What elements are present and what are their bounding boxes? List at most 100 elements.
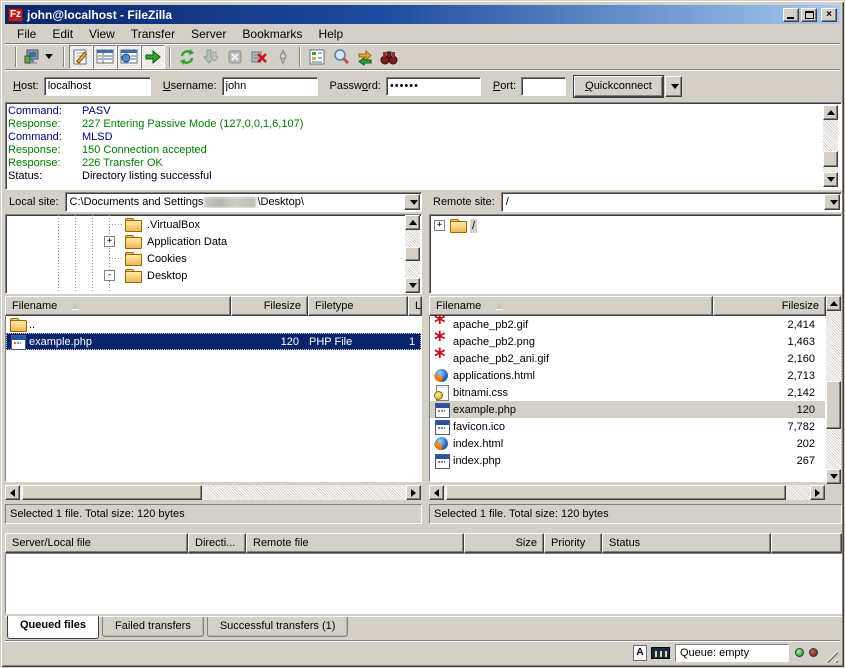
scroll-up-button[interactable] (823, 105, 838, 120)
tab-queued-files[interactable]: Queued files (7, 616, 99, 639)
menu-file[interactable]: File (9, 25, 44, 43)
column-header-filename[interactable]: Filename (5, 296, 231, 316)
scroll-right-button[interactable] (406, 485, 421, 500)
file-row[interactable]: favicon.ico7,782 (430, 418, 825, 435)
image-file-icon (434, 351, 450, 366)
file-row[interactable]: index.php267 (430, 452, 825, 469)
scroll-left-button[interactable] (5, 485, 20, 500)
username-input[interactable] (222, 77, 318, 96)
file-row-parent[interactable]: .. (6, 316, 421, 333)
toggle-message-log-button[interactable] (69, 45, 93, 69)
scroll-thumb[interactable] (826, 381, 841, 429)
scroll-thumb[interactable] (405, 247, 420, 261)
column-header-direction[interactable]: Directi... (188, 533, 246, 553)
menu-server[interactable]: Server (183, 25, 234, 43)
remote-list-header: Filename Filesize (429, 296, 842, 316)
arrow-left-icon (434, 489, 439, 497)
arrow-right-icon (815, 489, 820, 497)
local-site-combobox[interactable]: C:\Documents and Settings\Desktop\ (65, 192, 422, 212)
resize-grip[interactable] (825, 650, 838, 663)
toggle-local-tree-button[interactable] (93, 45, 117, 69)
scroll-down-button[interactable] (826, 469, 841, 484)
host-input[interactable] (44, 77, 151, 96)
remote-site-combobox[interactable]: / (501, 192, 842, 212)
minimize-button[interactable] (783, 8, 799, 22)
column-header-server-local-file[interactable]: Server/Local file (5, 533, 188, 553)
menu-transfer[interactable]: Transfer (123, 25, 183, 43)
toggle-transfer-queue-button[interactable] (141, 45, 165, 69)
directory-listing-filters-button[interactable] (305, 45, 329, 69)
menu-bookmarks[interactable]: Bookmarks (234, 25, 310, 43)
column-header-size[interactable]: Size (464, 533, 544, 553)
tree-connector (109, 258, 123, 259)
refresh-button[interactable] (175, 45, 199, 69)
port-label: Port: (493, 80, 516, 92)
tree-item-cookies[interactable]: Cookies (6, 250, 421, 267)
remote-site-dropdown[interactable] (824, 194, 840, 210)
file-row[interactable]: apache_pb2_ani.gif2,160 (430, 350, 825, 367)
maximize-button[interactable] (801, 8, 817, 22)
file-row[interactable]: apache_pb2.gif2,414 (430, 316, 825, 333)
file-row[interactable]: index.html202 (430, 435, 825, 452)
expand-icon[interactable]: + (104, 236, 115, 247)
scroll-down-button[interactable] (405, 278, 420, 293)
quickconnect-dropdown[interactable] (665, 76, 682, 97)
scroll-right-button[interactable] (810, 485, 825, 500)
scroll-thumb[interactable] (446, 485, 786, 500)
column-header-priority[interactable]: Priority (544, 533, 602, 553)
column-header-empty (771, 533, 842, 553)
menu-help[interactable]: Help (310, 25, 351, 43)
scroll-up-button[interactable] (405, 215, 420, 230)
open-site-manager-button[interactable] (21, 45, 59, 69)
toggle-remote-tree-button[interactable] (117, 45, 141, 69)
menu-edit[interactable]: Edit (44, 25, 81, 43)
disconnect-button[interactable] (247, 45, 271, 69)
scroll-thumb[interactable] (823, 151, 838, 167)
local-site-dropdown[interactable] (404, 194, 420, 210)
tree-item-virtualbox[interactable]: .VirtualBox (6, 216, 421, 233)
column-header-filename[interactable]: Filename (429, 296, 713, 316)
local-tree-pane: .VirtualBox + Application Data Cookies -… (5, 214, 422, 294)
password-input[interactable] (386, 77, 481, 96)
column-header-filetype[interactable]: Filetype (308, 296, 408, 316)
cancel-operation-button[interactable] (223, 45, 247, 69)
maximize-icon (805, 11, 814, 19)
ico-file-icon (434, 419, 450, 434)
column-header-lastmodified[interactable]: L (408, 296, 422, 316)
tab-failed-transfers[interactable]: Failed transfers (102, 617, 204, 637)
close-button[interactable]: × (821, 8, 837, 22)
site-manager-dropdown-icon[interactable] (45, 54, 53, 59)
file-row-example-php[interactable]: example.php 120 PHP File 1 (6, 333, 421, 350)
quickconnect-button[interactable]: Quickconnect (574, 76, 663, 97)
menu-view[interactable]: View (81, 25, 123, 43)
reconnect-button[interactable] (271, 45, 295, 69)
port-input[interactable] (521, 77, 566, 96)
scroll-thumb[interactable] (22, 485, 202, 500)
collapse-icon[interactable]: - (104, 270, 115, 281)
find-files-button[interactable] (377, 45, 401, 69)
column-header-filesize[interactable]: Filesize (713, 296, 826, 316)
file-row[interactable]: applications.html2,713 (430, 367, 825, 384)
tree-item-root[interactable]: + / (430, 217, 841, 234)
titlebar: Fz john@localhost - FileZilla × (5, 5, 840, 24)
directory-comparison-button[interactable] (329, 45, 353, 69)
tab-successful-transfers[interactable]: Successful transfers (1) (207, 617, 349, 637)
queue-tabs: Queued files Failed transfers Successful… (5, 616, 842, 640)
expand-icon[interactable]: + (434, 220, 445, 231)
file-row[interactable]: bitnami.css2,142 (430, 384, 825, 401)
local-list-header: Filename Filesize Filetype L (5, 296, 422, 316)
column-header-filesize[interactable]: Filesize (231, 296, 308, 316)
file-row-selected[interactable]: example.php120 (430, 401, 825, 418)
tree-item-desktop[interactable]: - Desktop (6, 267, 421, 284)
scroll-down-button[interactable] (823, 172, 838, 187)
column-header-status[interactable]: Status (602, 533, 771, 553)
scroll-left-button[interactable] (429, 485, 444, 500)
tree-item-application-data[interactable]: + Application Data (6, 233, 421, 250)
synchronized-browsing-button[interactable] (353, 45, 377, 69)
file-row[interactable]: apache_pb2.png1,463 (430, 333, 825, 350)
process-queue-button[interactable] (199, 45, 223, 69)
queue-led-green-icon (795, 648, 804, 657)
column-header-remote-file[interactable]: Remote file (246, 533, 464, 553)
php-file-icon (10, 334, 26, 349)
scroll-up-button[interactable] (826, 296, 841, 311)
